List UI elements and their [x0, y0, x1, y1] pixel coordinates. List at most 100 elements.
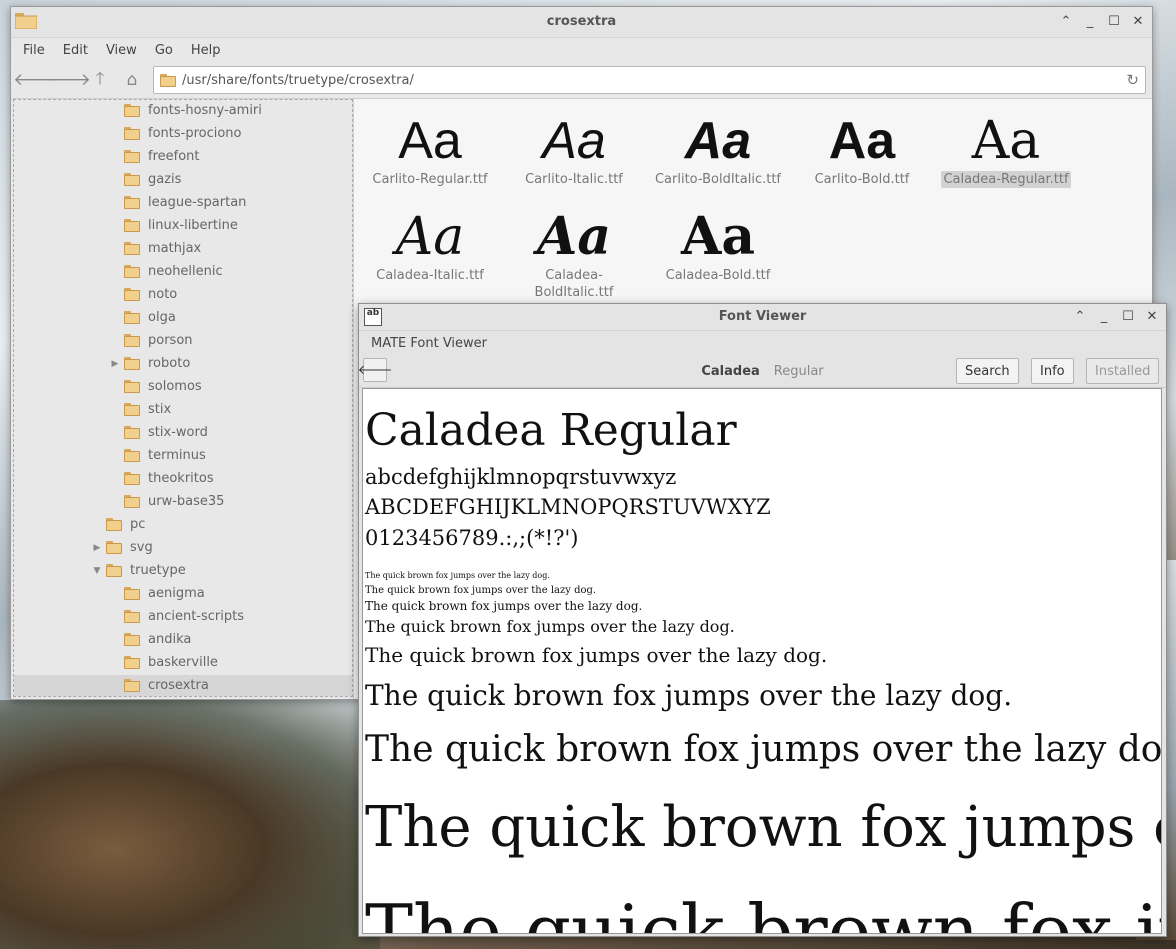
tree-item-neohellenic[interactable]: neohellenic [14, 261, 223, 282]
font-viewer-titlebar[interactable]: ab Font Viewer ⌃ _ ☐ ✕ [359, 304, 1166, 331]
tree-item-andika[interactable]: andika [14, 629, 191, 650]
tree-item-stix[interactable]: stix [14, 399, 171, 420]
tree-item-svg[interactable]: ▶ svg [14, 537, 153, 558]
expander-collapsed-icon[interactable]: ▶ [110, 359, 120, 369]
reload-icon[interactable]: ↻ [1126, 71, 1139, 89]
folder-tree-sidebar[interactable]: fonts-hosny-amiri fonts-prociono freefont g… [13, 99, 353, 697]
tree-item-theokritos[interactable]: theokritos [14, 468, 214, 489]
font-preview-glyph: Aa [398, 112, 462, 170]
tree-item-aenigma[interactable]: aenigma [14, 583, 205, 604]
location-bar[interactable]: /usr/share/fonts/truetype/crosextra/ ↻ [153, 66, 1146, 94]
font-preview-glyph: Aa [828, 112, 896, 170]
search-button[interactable]: Search [956, 358, 1019, 384]
menu-go[interactable]: Go [155, 43, 173, 58]
expander-expanded-icon[interactable]: ▼ [92, 566, 102, 576]
shade-icon[interactable]: ⌃ [1072, 308, 1088, 324]
minimize-icon[interactable]: _ [1082, 13, 1098, 29]
up-arrow-icon[interactable]: 🡑 [89, 69, 111, 91]
navigation-toolbar: 🡐 🡒 🡑 ⌂ /usr/share/fonts/truetype/crosex… [11, 62, 1152, 99]
file-manager-titlebar[interactable]: crosextra ⌃ _ ☐ ✕ [11, 7, 1152, 38]
folder-icon [124, 495, 140, 508]
folder-icon [124, 426, 140, 439]
preview-sample-line: The quick brown fox jumps over the lazy … [365, 643, 828, 667]
tree-item-label: freefont [148, 149, 200, 164]
font-file-item[interactable]: Aa Carlito-Bold.ttf [792, 111, 932, 188]
tree-item-baskerville[interactable]: baskerville [14, 652, 218, 673]
tree-item-porson[interactable]: porson [14, 330, 193, 351]
tree-item-label: truetype [130, 563, 186, 578]
folder-icon [124, 242, 140, 255]
tree-item-terminus[interactable]: terminus [14, 445, 206, 466]
tree-item-mathjax[interactable]: mathjax [14, 238, 201, 259]
folder-icon [106, 541, 122, 554]
home-icon[interactable]: ⌂ [121, 69, 143, 91]
tree-item-label: svg [130, 540, 153, 555]
menu-edit[interactable]: Edit [63, 43, 88, 58]
menubar: File Edit View Go Help [11, 38, 1152, 62]
tree-item-solomos[interactable]: solomos [14, 376, 202, 397]
tree-item-ancient-scripts[interactable]: ancient-scripts [14, 606, 244, 627]
folder-icon [124, 150, 140, 163]
folder-icon [124, 196, 140, 209]
folder-icon [124, 679, 140, 692]
menu-help[interactable]: Help [191, 43, 221, 58]
expander-collapsed-icon[interactable]: ▶ [92, 543, 102, 553]
tree-item-fonts-hosny-amiri[interactable]: fonts-hosny-amiri [14, 100, 262, 121]
font-file-name: Caladea-Regular.ttf [941, 171, 1071, 188]
font-file-item[interactable]: Aa Caladea-Regular.ttf [936, 111, 1076, 188]
installed-button[interactable]: Installed [1086, 358, 1160, 384]
menu-view[interactable]: View [106, 43, 137, 58]
tree-item-gazis[interactable]: gazis [14, 169, 181, 190]
info-button[interactable]: Info [1031, 358, 1074, 384]
tree-item-label: linux-libertine [148, 218, 238, 233]
tree-item-olga[interactable]: olga [14, 307, 176, 328]
tree-item-urw-base35[interactable]: urw-base35 [14, 491, 224, 512]
app-menu-label[interactable]: MATE Font Viewer [371, 336, 487, 351]
font-file-item[interactable]: Aa Caladea- BoldItalic.ttf [504, 207, 644, 301]
preview-heading: Caladea Regular [365, 405, 737, 456]
desktop-wallpaper [0, 700, 380, 949]
font-file-item[interactable]: Aa Caladea-Italic.ttf [360, 207, 500, 284]
font-preview-glyph: Aa [684, 112, 752, 170]
tree-item-noto[interactable]: noto [14, 284, 177, 305]
tree-item-pc[interactable]: pc [14, 514, 145, 535]
preview-sample-line: The quick brown fox jumps over the lazy … [365, 889, 1161, 934]
minimize-icon[interactable]: _ [1096, 308, 1112, 324]
maximize-icon[interactable]: ☐ [1106, 13, 1122, 29]
font-file-name-line: BoldItalic.ttf [534, 285, 614, 300]
tree-item-label: porson [148, 333, 193, 348]
tree-item-label: crosextra [148, 678, 209, 693]
tree-item-crosextra[interactable]: crosextra [14, 675, 352, 696]
tree-item-label: aenigma [148, 586, 205, 601]
tree-item-truetype[interactable]: ▼ truetype [14, 560, 186, 581]
tree-item-league-spartan[interactable]: league-spartan [14, 192, 246, 213]
tree-item-linux-libertine[interactable]: linux-libertine [14, 215, 238, 236]
menu-file[interactable]: File [23, 43, 45, 58]
font-preview-area[interactable]: Caladea Regular abcdefghijklmnopqrstuvwx… [362, 388, 1162, 934]
shade-icon[interactable]: ⌃ [1058, 13, 1074, 29]
tree-item-roboto[interactable]: ▶ roboto [14, 353, 191, 374]
forward-arrow-icon[interactable]: 🡒 [45, 69, 91, 91]
font-file-item[interactable]: Aa Carlito-BoldItalic.ttf [648, 111, 788, 188]
font-file-name: Carlito-Regular.ttf [372, 172, 488, 187]
preview-sample-line: The quick brown fox jumps over the lazy … [365, 795, 1161, 860]
close-icon[interactable]: ✕ [1144, 308, 1160, 324]
tree-item-label: baskerville [148, 655, 218, 670]
tree-item-fonts-prociono[interactable]: fonts-prociono [14, 123, 242, 144]
folder-icon [124, 610, 140, 623]
tree-item-label: noto [148, 287, 178, 302]
maximize-icon[interactable]: ☐ [1120, 308, 1136, 324]
font-file-item[interactable]: Aa Carlito-Regular.ttf [360, 111, 500, 188]
font-file-name-line: Caladea- [545, 268, 603, 283]
tree-item-label: stix [148, 402, 172, 417]
folder-icon [106, 564, 122, 577]
tree-item-stix-word[interactable]: stix-word [14, 422, 208, 443]
font-file-item[interactable]: Aa Carlito-Italic.ttf [504, 111, 644, 188]
close-icon[interactable]: ✕ [1130, 13, 1146, 29]
folder-icon [124, 587, 140, 600]
preview-lowercase: abcdefghijklmnopqrstuvwxyz [365, 465, 677, 489]
tree-item-freefont[interactable]: freefont [14, 146, 200, 167]
back-arrow-icon[interactable]: 🡐 [13, 69, 59, 91]
font-viewer-window: ab Font Viewer ⌃ _ ☐ ✕ MATE Font Viewer … [358, 303, 1167, 937]
font-file-item[interactable]: Aa Caladea-Bold.ttf [648, 207, 788, 284]
